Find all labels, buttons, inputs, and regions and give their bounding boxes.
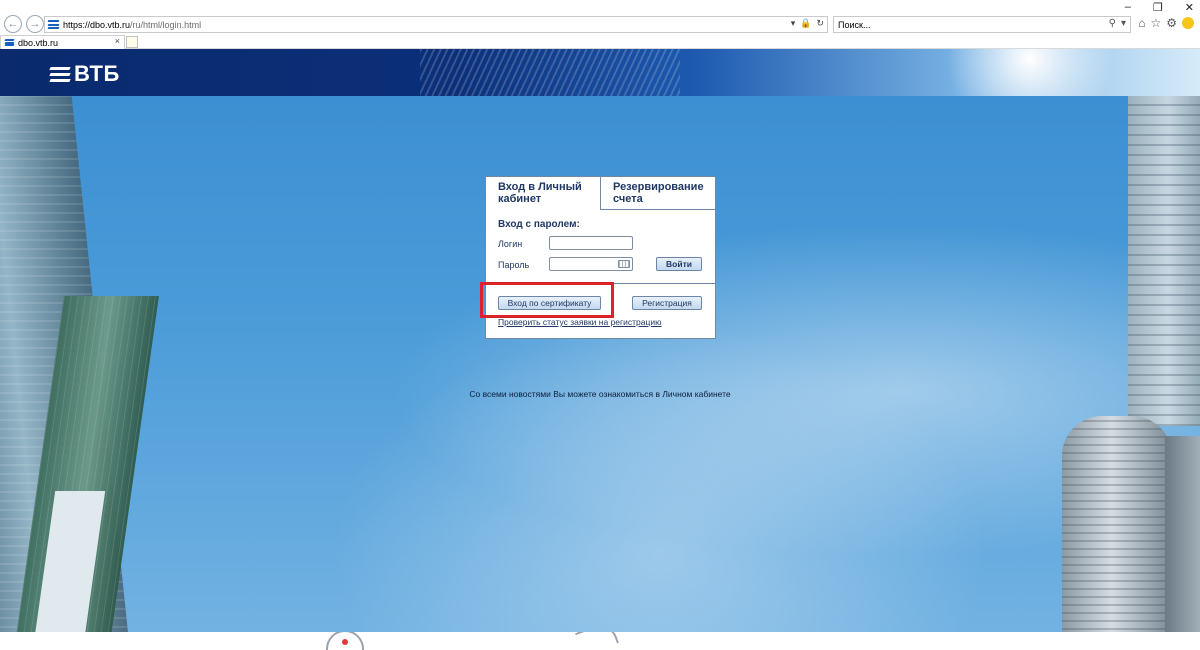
news-notice: Со всеми новостями Вы можете ознакомитьс… bbox=[469, 389, 731, 399]
browser-title-bar: – ❐ ✕ ← → https://dbo.vtb.ru/ru/html/log… bbox=[0, 0, 1200, 35]
header-sun-glow bbox=[930, 49, 1130, 96]
building-right-tall bbox=[1128, 96, 1200, 426]
page-header: ВТБ bbox=[0, 49, 1200, 96]
register-button[interactable]: Регистрация bbox=[632, 296, 702, 310]
login-input[interactable] bbox=[549, 236, 633, 250]
search-tools: ⚲ ▾ bbox=[1109, 18, 1126, 29]
refresh-icon[interactable]: ↻ bbox=[816, 18, 824, 29]
logo-text: ВТБ bbox=[74, 61, 120, 86]
virtual-keyboard-icon[interactable] bbox=[618, 260, 630, 268]
new-tab-button[interactable] bbox=[126, 36, 138, 48]
search-dropdown-icon[interactable]: ▾ bbox=[1121, 18, 1126, 29]
vtb-logo-icon bbox=[49, 66, 71, 82]
search-box[interactable]: Поиск... ⚲ ▾ bbox=[833, 16, 1131, 33]
url-path: /ru/html/login.html bbox=[130, 19, 202, 30]
search-input[interactable]: Поиск... bbox=[838, 20, 870, 30]
search-icon[interactable]: ⚲ bbox=[1109, 18, 1116, 29]
forward-icon: → bbox=[29, 18, 41, 30]
home-icon[interactable]: ⌂ bbox=[1138, 16, 1145, 30]
building-right-edge bbox=[1165, 436, 1200, 632]
url-host: https://dbo.vtb.ru bbox=[63, 19, 131, 30]
site-favicon-icon bbox=[47, 20, 60, 29]
address-bar[interactable]: https://dbo.vtb.ru/ru/html/login.html ▾ … bbox=[44, 16, 828, 33]
browser-toolbar: ⌂ ☆ ⚙ bbox=[1138, 16, 1194, 30]
vtb-logo[interactable]: ВТБ bbox=[49, 61, 120, 86]
back-button[interactable]: ← bbox=[4, 15, 22, 33]
highlight-box bbox=[480, 282, 614, 318]
tab-account-reservation[interactable]: Резервирование счета bbox=[601, 177, 715, 210]
forward-button[interactable]: → bbox=[26, 15, 44, 33]
smiley-icon[interactable] bbox=[1182, 17, 1194, 29]
star-icon[interactable]: ☆ bbox=[1150, 16, 1161, 30]
tab-close-icon[interactable]: × bbox=[115, 36, 120, 46]
check-registration-status-link[interactable]: Проверить статус заявки на регистрацию bbox=[498, 317, 661, 327]
login-label: Логин bbox=[498, 239, 523, 249]
header-stripes bbox=[420, 49, 680, 96]
restore-icon[interactable]: ❐ bbox=[1153, 1, 1163, 14]
password-label: Пароль bbox=[498, 260, 530, 270]
page-footer bbox=[0, 632, 1200, 650]
tab-bar: dbo.vtb.ru × bbox=[0, 35, 1200, 49]
minimize-icon[interactable]: – bbox=[1125, 1, 1131, 14]
back-icon: ← bbox=[7, 18, 19, 30]
gear-icon[interactable]: ⚙ bbox=[1166, 16, 1177, 30]
key-service-icon[interactable] bbox=[575, 632, 619, 650]
tab-personal-account-login[interactable]: Вход в Личный кабинет bbox=[486, 177, 601, 210]
browser-tab[interactable]: dbo.vtb.ru × bbox=[0, 35, 125, 49]
address-tools: ▾ 🔒 ↻ bbox=[791, 18, 824, 29]
tab-title: dbo.vtb.ru bbox=[18, 37, 59, 48]
tab-favicon-icon bbox=[4, 39, 15, 46]
lock-icon[interactable]: 🔒 bbox=[800, 18, 811, 29]
close-icon[interactable]: ✕ bbox=[1185, 1, 1194, 14]
building-right-rounded bbox=[1062, 416, 1172, 632]
login-button[interactable]: Войти bbox=[656, 257, 702, 271]
user-service-icon[interactable] bbox=[326, 632, 364, 650]
dropdown-icon[interactable]: ▾ bbox=[791, 18, 796, 29]
window-controls: – ❐ ✕ bbox=[1125, 1, 1194, 14]
password-login-title: Вход с паролем: bbox=[498, 219, 580, 230]
